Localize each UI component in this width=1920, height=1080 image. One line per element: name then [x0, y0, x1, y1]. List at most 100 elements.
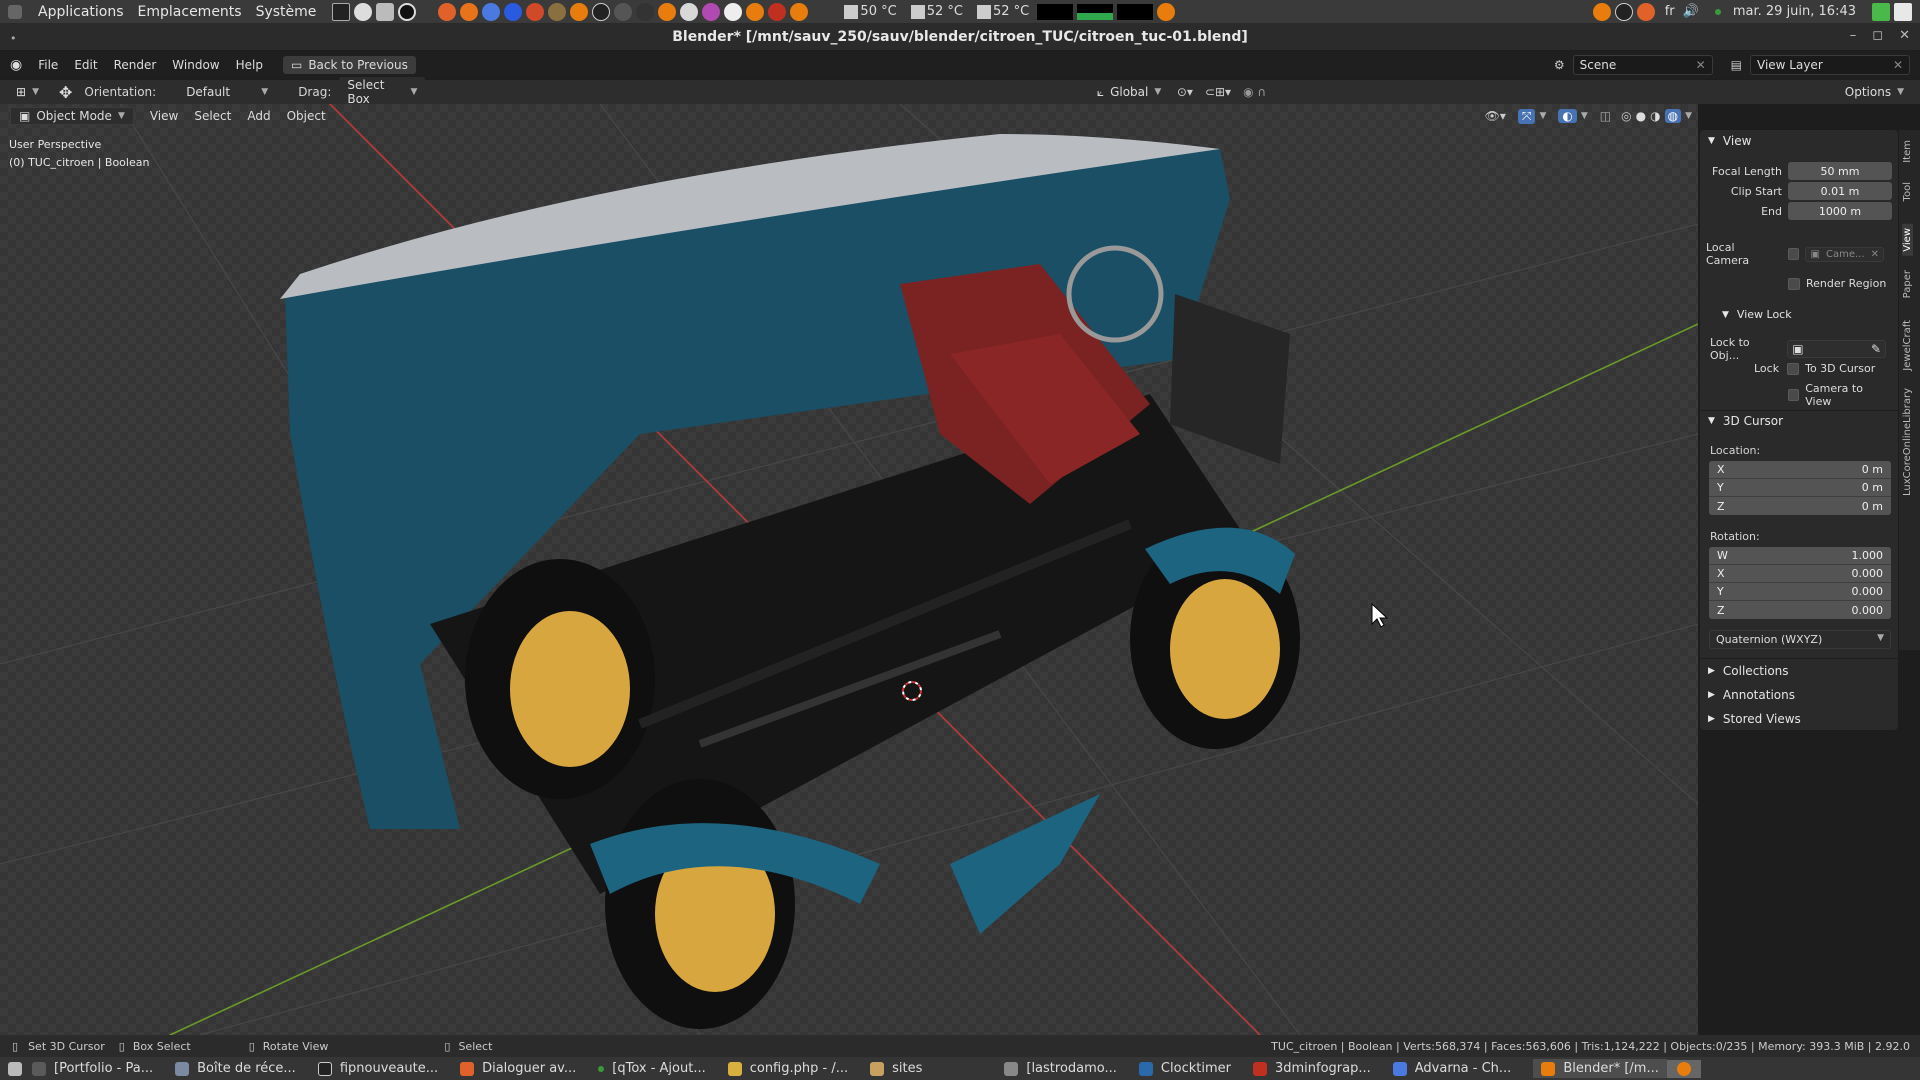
visibility-icon[interactable]: 👁▾: [1485, 109, 1506, 123]
tab-luxcore-online-library[interactable]: LuxCoreOnlineLibrary: [1902, 388, 1913, 496]
amazon-launcher-icon[interactable]: [398, 2, 417, 21]
terminal-launcher-icon[interactable]: [332, 2, 351, 21]
mode-dropdown[interactable]: ▣ Object Mode ▼: [10, 107, 134, 125]
xray-toggle-icon[interactable]: ◫: [1600, 109, 1611, 123]
viewport-menu-add[interactable]: Add: [247, 109, 270, 123]
focal-length-field[interactable]: 50 mm: [1788, 162, 1892, 180]
network-status-icon[interactable]: [1714, 8, 1721, 15]
keyboard-layout[interactable]: fr: [1665, 4, 1675, 19]
launcher-icon[interactable]: [438, 2, 457, 21]
view-layer-selector[interactable]: View Layer ✕: [1750, 55, 1910, 75]
eyedropper-icon[interactable]: ✎: [1871, 342, 1881, 356]
rendered-shading-icon[interactable]: ◍: [1664, 109, 1682, 123]
firefox-launcher-icon[interactable]: [460, 2, 479, 21]
disc-launcher-icon[interactable]: [354, 2, 373, 21]
obs-tray-icon[interactable]: [1614, 2, 1633, 21]
chrome-launcher-icon[interactable]: [482, 2, 501, 21]
taskbar-task[interactable]: Advarna - Ch...: [1392, 1061, 1511, 1076]
close-icon[interactable]: ✕: [1696, 58, 1706, 72]
window-titlebar[interactable]: Blender* [/mnt/sauv_250/sauv/blender/cit…: [0, 24, 1920, 50]
workspace-icon[interactable]: [1894, 2, 1912, 21]
blender-launcher-icon[interactable]: [570, 2, 589, 21]
cursor-rotation-z[interactable]: Z 0.000: [1709, 601, 1891, 619]
taskbar-task[interactable]: 3dminfograp...: [1252, 1061, 1371, 1076]
proportional-editing-icon[interactable]: ◉ ∩: [1243, 85, 1266, 99]
local-camera-checkbox[interactable]: [1787, 248, 1800, 260]
collections-panel-header[interactable]: ▶ Collections: [1708, 664, 1789, 678]
taskbar-task[interactable]: Dialoguer av...: [460, 1061, 576, 1076]
gimp-launcher-icon[interactable]: [548, 2, 567, 21]
show-desktop-icon[interactable]: [8, 1061, 22, 1076]
menu-render[interactable]: Render: [114, 58, 157, 72]
to-3d-cursor-checkbox[interactable]: [1787, 362, 1800, 375]
show-desktop-icon[interactable]: [1872, 2, 1890, 21]
launcher-icon[interactable]: [768, 2, 787, 21]
menu-file[interactable]: File: [38, 58, 58, 72]
back-to-previous-button[interactable]: ▭ Back to Previous: [282, 56, 416, 74]
close-icon[interactable]: ✕: [1893, 58, 1903, 72]
browser-launcher-icon[interactable]: [504, 2, 523, 21]
cursor-rotation-x[interactable]: X 0.000: [1709, 565, 1891, 583]
taskbar-task[interactable]: Clocktimer: [1138, 1061, 1231, 1076]
taskbar-task-active[interactable]: Blender* [/m...: [1533, 1059, 1667, 1078]
minimize-icon[interactable]: –: [1850, 28, 1857, 43]
drag-dropdown[interactable]: Select Box ▼: [339, 77, 426, 107]
transform-orientation-dropdown[interactable]: ⟀ Global ▼: [1088, 83, 1163, 101]
pivot-point-icon[interactable]: ⊙▾: [1177, 85, 1193, 99]
cursor-rotation-y[interactable]: Y 0.000: [1709, 583, 1891, 601]
editor-type-dropdown[interactable]: ⊞ ▼: [8, 84, 47, 100]
tab-view[interactable]: View: [1902, 224, 1913, 256]
wireframe-shading-icon[interactable]: ◎: [1621, 109, 1631, 123]
3d-viewport[interactable]: [0, 104, 1698, 1035]
clear-icon[interactable]: ✕: [1871, 249, 1879, 260]
cursor-rotation-w[interactable]: W 1.000: [1709, 547, 1891, 565]
view-panel-header[interactable]: ▼ View: [1708, 134, 1751, 148]
close-icon[interactable]: ✕: [1899, 28, 1910, 43]
maximize-icon[interactable]: ◻: [1872, 28, 1883, 43]
blender-tray-icon[interactable]: [1592, 2, 1611, 21]
gizmo-toggle-icon[interactable]: ⤧: [1517, 108, 1536, 124]
3d-cursor-panel-header[interactable]: ▼ 3D Cursor: [1708, 414, 1783, 428]
material-shading-icon[interactable]: ◑: [1650, 109, 1660, 123]
render-region-checkbox[interactable]: [1788, 277, 1800, 290]
tab-item[interactable]: Item: [1902, 140, 1913, 163]
taskbar-task[interactable]: [qTox - Ajout...: [598, 1061, 706, 1076]
cursor-location-x[interactable]: X 0 m: [1709, 461, 1891, 479]
system-menu-applications[interactable]: Applications: [38, 4, 124, 20]
orientation-dropdown[interactable]: Default ▼: [178, 84, 277, 100]
clock[interactable]: mar. 29 juin, 16:43: [1733, 4, 1856, 19]
scene-icon[interactable]: ⚙: [1554, 58, 1565, 72]
blender-tray-icon[interactable]: [1157, 2, 1176, 21]
stored-views-panel-header[interactable]: ▶ Stored Views: [1708, 712, 1801, 726]
taskbar-task[interactable]: sites: [870, 1061, 922, 1076]
menu-window[interactable]: Window: [172, 58, 219, 72]
viewport-menu-object[interactable]: Object: [287, 109, 326, 123]
system-logo-icon[interactable]: [8, 4, 22, 19]
tab-paper[interactable]: Paper: [1902, 270, 1913, 298]
clip-start-field[interactable]: 0.01 m: [1788, 182, 1892, 200]
taskbar-task[interactable]: Boîte de réce...: [175, 1061, 296, 1076]
camera-selector[interactable]: ▣ Came... ✕: [1805, 246, 1884, 262]
taskbar-task[interactable]: fipnouveaute...: [317, 1061, 438, 1076]
system-menu-places[interactable]: Emplacements: [138, 4, 242, 20]
chevron-down-icon[interactable]: ▼: [1685, 111, 1692, 121]
taskbar-task[interactable]: [Portfolio - Pa...: [32, 1061, 153, 1076]
annotations-panel-header[interactable]: ▶ Annotations: [1708, 688, 1795, 702]
chevron-down-icon[interactable]: ▼: [1581, 111, 1588, 121]
view-layer-icon[interactable]: ▤: [1731, 58, 1742, 72]
menu-edit[interactable]: Edit: [74, 58, 97, 72]
launcher-icon[interactable]: [680, 2, 699, 21]
viewport-menu-select[interactable]: Select: [194, 109, 231, 123]
cursor-location-y[interactable]: Y 0 m: [1709, 479, 1891, 497]
blender-launcher-icon[interactable]: [790, 2, 809, 21]
taskbar-task[interactable]: config.php - /...: [727, 1061, 848, 1076]
chevron-down-icon[interactable]: ▼: [1539, 111, 1546, 121]
lock-object-selector[interactable]: ▣ ✎: [1787, 340, 1886, 358]
obs-launcher-icon[interactable]: [592, 2, 611, 21]
volume-icon[interactable]: 🔊: [1683, 4, 1699, 19]
options-dropdown[interactable]: Options ▼: [1836, 84, 1912, 100]
launcher-icon[interactable]: [614, 2, 633, 21]
snap-icon[interactable]: ⊂⊞▾: [1205, 85, 1231, 99]
view-lock-header[interactable]: ▼ View Lock: [1722, 308, 1792, 321]
rotation-mode-dropdown[interactable]: Quaternion (WXYZ) ▼: [1709, 630, 1891, 649]
